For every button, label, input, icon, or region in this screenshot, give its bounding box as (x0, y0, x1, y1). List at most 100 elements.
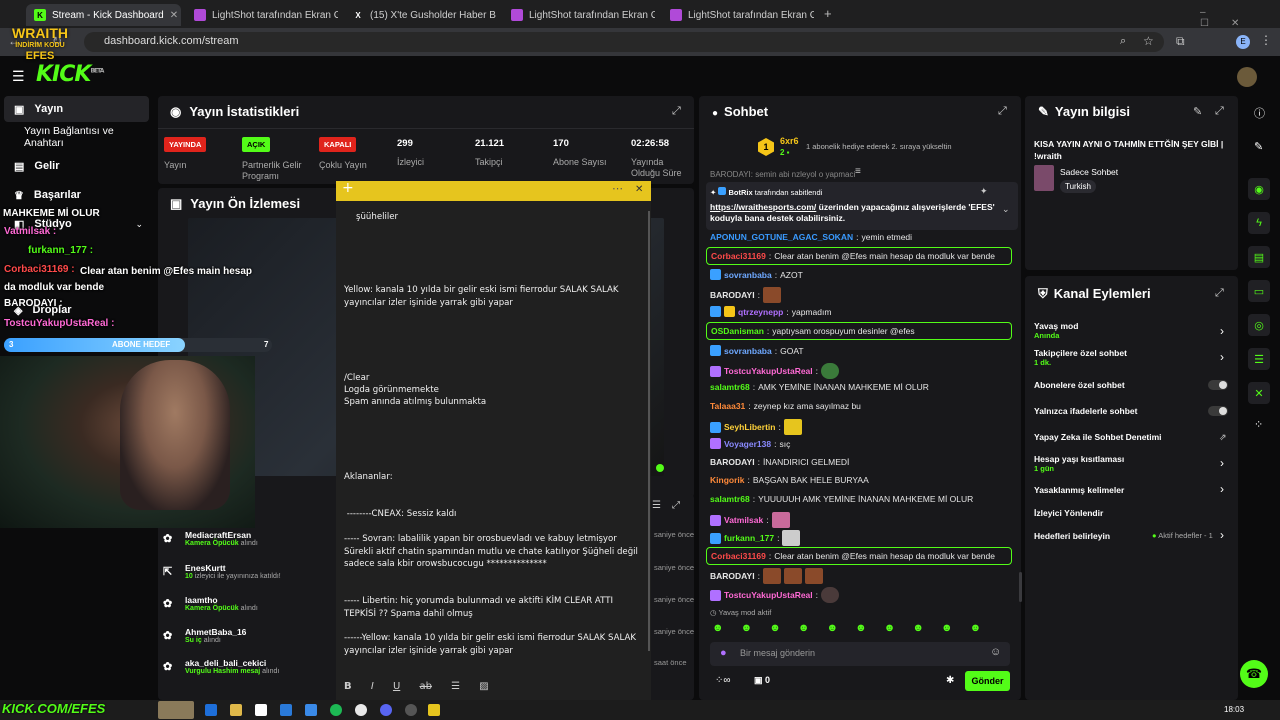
action-follower-only[interactable]: Takipçilere özel sohbet 1 dk. (1034, 348, 1127, 367)
clipboard-icon[interactable]: ▤ (1248, 246, 1270, 268)
popout-icon[interactable]: ⤢ (998, 105, 1007, 118)
chat-settings-icon[interactable]: ✱ (946, 675, 954, 686)
chat-scrollbar[interactable] (1019, 572, 1022, 602)
tab-x-gusholder[interactable]: X (15) X'te Gusholder Haber Bültü ✕ (344, 4, 496, 26)
broadcast-icon[interactable]: ◎ (1248, 314, 1270, 336)
action-redirect-viewers[interactable]: İzleyici Yönlendir (1034, 508, 1103, 518)
bookmark-star-icon[interactable]: ☆ (1143, 34, 1154, 48)
language-tag[interactable]: Turkish (1060, 180, 1096, 193)
profile-avatar[interactable]: E (1236, 35, 1250, 49)
zoom-icon[interactable]: ⌕ (1120, 35, 1126, 48)
lightning-icon[interactable]: ϟ (1248, 212, 1270, 234)
close-tab-icon[interactable]: ✕ (170, 10, 178, 21)
info-icon[interactable]: ⓘ (1254, 105, 1265, 121)
channel-points[interactable]: ▣ 0 (754, 675, 770, 686)
expand-icon[interactable]: ⤢ (1215, 287, 1224, 300)
chevron-right-icon[interactable]: › (1220, 482, 1224, 496)
chat-username[interactable]: SeyhLibertin (724, 422, 775, 432)
kick-logo[interactable]: KICKBETA (36, 62, 104, 87)
chat-username[interactable]: TostcuYakupUstaReal (724, 366, 813, 376)
chevron-right-icon[interactable]: › (1220, 324, 1224, 338)
more-icon[interactable]: ⁘ (1254, 418, 1263, 431)
pencil-icon[interactable]: ✎ (1254, 140, 1263, 153)
feed-username[interactable]: EnesKurtt (185, 563, 226, 573)
feed-username[interactable]: MediacraftErsan (185, 530, 251, 540)
expand-icon[interactable]: ⤢ (672, 500, 680, 511)
emote-bar[interactable]: ☻ ☻ ☻ ☻ ☻ ☻ ☻ ☻ ☻ ☻ (712, 622, 1012, 636)
strikethrough-icon[interactable]: ab (419, 681, 431, 692)
action-slow-mode[interactable]: Yavaş mod Anında (1034, 321, 1078, 340)
camera-icon[interactable]: ◉ (1248, 178, 1270, 200)
sidebar-item-stream-key[interactable]: Yayın Bağlantısı ve Anahtarı (4, 124, 155, 150)
chat-icon[interactable]: ▭ (1248, 280, 1270, 302)
pinned-link[interactable]: https://wraithesports.com/ (710, 202, 816, 212)
image-icon[interactable]: ▨ (479, 681, 488, 692)
top-gifter-name[interactable]: 6xr6 (780, 136, 799, 146)
menu-kebab-icon[interactable]: ⋮ (1260, 33, 1272, 47)
chrome-icon[interactable] (355, 704, 367, 716)
feed-username[interactable]: laamtho (185, 595, 218, 605)
unpin-icon[interactable]: ✦ (980, 186, 988, 197)
chat-username[interactable]: Kingorik (710, 475, 744, 485)
edit-icon[interactable]: ✎ (1193, 105, 1202, 118)
sub-only-toggle[interactable] (1208, 380, 1228, 390)
chevron-right-icon[interactable]: › (1220, 528, 1224, 542)
bold-icon[interactable]: B (344, 681, 352, 692)
tools-icon[interactable]: ✕ (1248, 382, 1270, 404)
expand-icon[interactable]: ⤢ (672, 105, 681, 118)
chevron-down-icon[interactable]: ⌄ (1002, 204, 1010, 215)
chat-username[interactable]: BARODAYI (710, 571, 755, 581)
add-note-icon[interactable]: + (342, 181, 354, 194)
extensions-icon[interactable]: ⧉ (1176, 34, 1185, 49)
close-icon[interactable]: ✕ (635, 184, 643, 197)
sidebar-item-achievements[interactable]: ♛ Başarılar (4, 182, 149, 208)
underline-icon[interactable]: U (393, 681, 400, 692)
more-options-icon[interactable]: ⋯ (612, 182, 623, 196)
app-icon[interactable] (305, 704, 317, 716)
hamburger-menu-icon[interactable]: ☰ (12, 68, 25, 85)
action-set-goals[interactable]: Hedefleri belirleyin (1034, 531, 1110, 541)
tab-kick-dashboard[interactable]: K Stream - Kick Dashboard ✕ (26, 4, 181, 26)
url-input[interactable]: dashboard.kick.com/stream (84, 32, 1164, 52)
emote-only-toggle[interactable] (1208, 406, 1228, 416)
notes-scrollbar[interactable] (648, 211, 650, 651)
chat-username[interactable]: Corbaci31169 (711, 551, 766, 561)
chat-filter-icon[interactable]: ≡ (855, 166, 861, 177)
chat-username[interactable]: salamtr68 (710, 494, 750, 504)
expand-icon[interactable]: ⤢ (1215, 105, 1224, 118)
outlook-icon[interactable] (280, 704, 292, 716)
feed-username[interactable]: AhmetBaba_16 (185, 627, 246, 637)
chat-username[interactable]: sovranbaba (724, 270, 772, 280)
chat-username[interactable]: APONUN_GOTUNE_AGAC_SOKAN (710, 232, 853, 242)
action-banned-words[interactable]: Yasaklanmış kelimeler (1034, 485, 1124, 495)
chat-input[interactable]: ● Bir mesaj gönderin ☺ (710, 642, 1010, 666)
chat-username[interactable]: furkann_177 (724, 533, 774, 543)
chat-username[interactable]: OSDanisman (711, 326, 764, 336)
discord-icon[interactable] (380, 704, 392, 716)
obs-icon[interactable] (405, 704, 417, 716)
chat-username[interactable]: Talaaa31 (710, 401, 745, 411)
chat-username[interactable]: Voyager138 (724, 439, 771, 449)
action-ai-moderation[interactable]: Yapay Zeka ile Sohbet Denetimi (1034, 432, 1162, 442)
filter-icon[interactable]: ☰ (652, 500, 661, 511)
category-name[interactable]: Sadece Sohbet (1060, 167, 1118, 177)
chevron-right-icon[interactable]: › (1220, 350, 1224, 364)
list-icon[interactable]: ☰ (451, 681, 460, 692)
sticky-notes-icon[interactable] (428, 704, 440, 716)
send-button[interactable]: Gönder (965, 671, 1010, 691)
tab-lightshot-3[interactable]: LightShot tarafından Ekran Gör ✕ (662, 4, 814, 26)
window-controls[interactable]: –☐✕ (1200, 7, 1280, 29)
external-link-icon[interactable]: ⇗ (1219, 432, 1227, 443)
store-icon[interactable] (255, 704, 267, 716)
action-account-age[interactable]: Hesap yaşı kısıtlaması 1 gün (1034, 454, 1124, 473)
user-avatar[interactable] (1237, 67, 1257, 87)
feed-username[interactable]: aka_deli_bali_cekici (185, 658, 266, 668)
chat-username[interactable]: qtrzeynepp (738, 307, 783, 317)
italic-icon[interactable]: I (371, 681, 374, 692)
tab-lightshot-1[interactable]: LightShot tarafından Ekran Gör ✕ (186, 4, 338, 26)
support-chat-icon[interactable]: ☎ (1240, 660, 1268, 688)
infinity-icon[interactable]: ⁘∞ (715, 675, 731, 686)
sidebar-item-gelir[interactable]: ▤ Gelir (4, 153, 149, 179)
spotify-icon[interactable] (330, 704, 342, 716)
chat-username[interactable]: BARODAYI (710, 290, 755, 300)
